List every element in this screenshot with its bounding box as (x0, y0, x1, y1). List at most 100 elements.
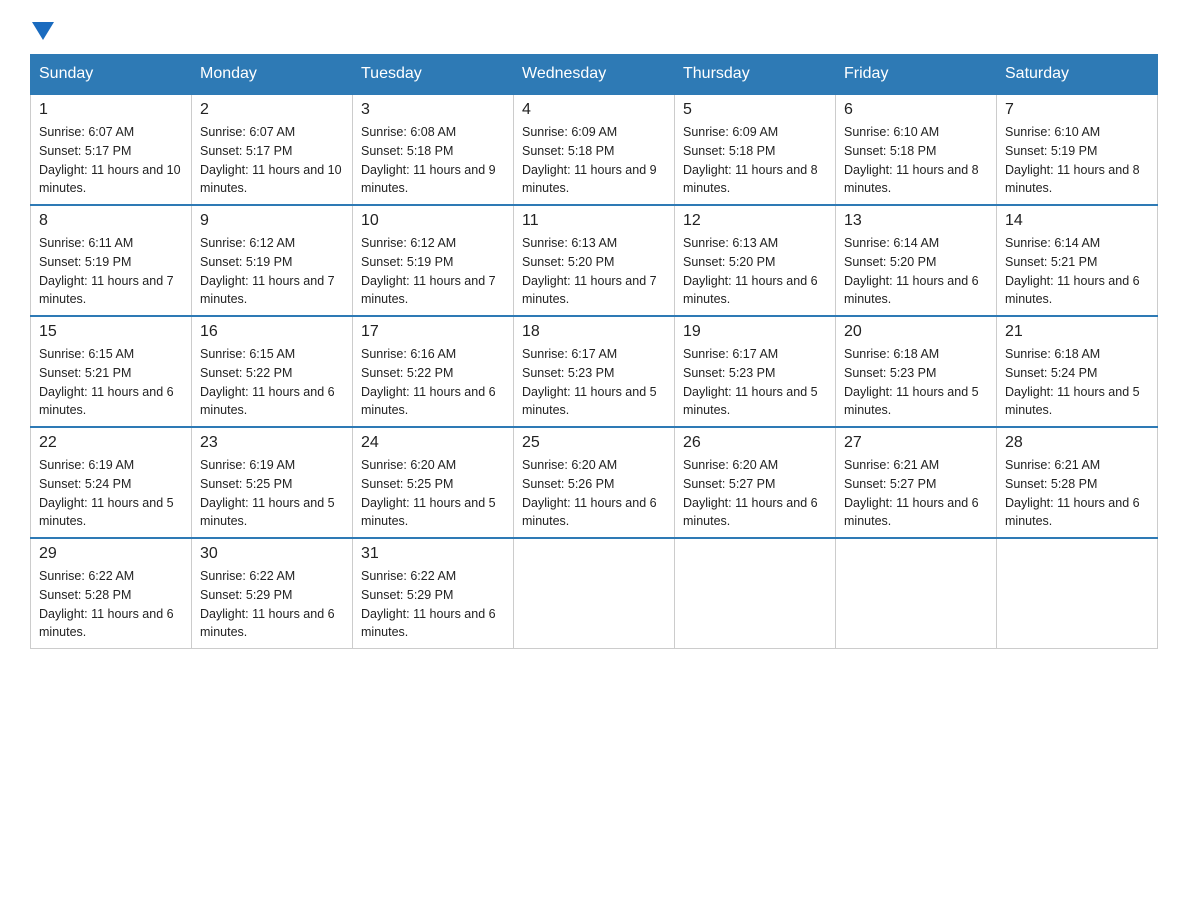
calendar-cell: 22Sunrise: 6:19 AMSunset: 5:24 PMDayligh… (31, 427, 192, 538)
calendar-week-row: 22Sunrise: 6:19 AMSunset: 5:24 PMDayligh… (31, 427, 1158, 538)
day-number: 14 (1005, 212, 1149, 230)
day-info: Sunrise: 6:21 AMSunset: 5:28 PMDaylight:… (1005, 456, 1149, 531)
calendar-cell (836, 538, 997, 649)
day-number: 29 (39, 545, 183, 563)
day-info: Sunrise: 6:10 AMSunset: 5:19 PMDaylight:… (1005, 123, 1149, 198)
day-info: Sunrise: 6:22 AMSunset: 5:29 PMDaylight:… (200, 567, 344, 642)
day-info: Sunrise: 6:10 AMSunset: 5:18 PMDaylight:… (844, 123, 988, 198)
day-info: Sunrise: 6:16 AMSunset: 5:22 PMDaylight:… (361, 345, 505, 420)
weekday-header-tuesday: Tuesday (353, 55, 514, 95)
calendar-cell: 10 Sunrise: 6:12 AMSunset: 5:19 PMDayligh… (353, 205, 514, 316)
calendar-cell: 18 Sunrise: 6:17 AMSunset: 5:23 PMDayligh… (514, 316, 675, 427)
day-number: 5 (683, 101, 827, 119)
day-number: 3 (361, 101, 505, 119)
day-number: 20 (844, 323, 988, 341)
day-info: Sunrise: 6:18 AMSunset: 5:24 PMDaylight:… (1005, 345, 1149, 420)
day-number: 21 (1005, 323, 1149, 341)
logo (30, 20, 54, 44)
calendar-cell: 3 Sunrise: 6:08 AMSunset: 5:18 PMDaylight… (353, 94, 514, 205)
calendar-cell: 31 Sunrise: 6:22 AMSunset: 5:29 PMDayligh… (353, 538, 514, 649)
calendar-cell: 8 Sunrise: 6:11 AMSunset: 5:19 PMDaylight… (31, 205, 192, 316)
weekday-header-friday: Friday (836, 55, 997, 95)
day-info: Sunrise: 6:11 AMSunset: 5:19 PMDaylight:… (39, 234, 183, 309)
day-info: Sunrise: 6:21 AMSunset: 5:27 PMDaylight:… (844, 456, 988, 531)
day-info: Sunrise: 6:07 AMSunset: 5:17 PMDaylight:… (200, 123, 344, 198)
day-number: 26 (683, 434, 827, 452)
day-info: Sunrise: 6:20 AMSunset: 5:25 PMDaylight:… (361, 456, 505, 531)
day-info: Sunrise: 6:15 AMSunset: 5:22 PMDaylight:… (200, 345, 344, 420)
calendar-cell: 12Sunrise: 6:13 AMSunset: 5:20 PMDayligh… (675, 205, 836, 316)
day-info: Sunrise: 6:09 AMSunset: 5:18 PMDaylight:… (522, 123, 666, 198)
day-info: Sunrise: 6:19 AMSunset: 5:25 PMDaylight:… (200, 456, 344, 531)
calendar-cell: 2Sunrise: 6:07 AMSunset: 5:17 PMDaylight… (192, 94, 353, 205)
calendar-cell: 27 Sunrise: 6:21 AMSunset: 5:27 PMDayligh… (836, 427, 997, 538)
calendar-cell: 6 Sunrise: 6:10 AMSunset: 5:18 PMDaylight… (836, 94, 997, 205)
day-info: Sunrise: 6:12 AMSunset: 5:19 PMDaylight:… (200, 234, 344, 309)
day-info: Sunrise: 6:17 AMSunset: 5:23 PMDaylight:… (522, 345, 666, 420)
calendar-cell (997, 538, 1158, 649)
day-number: 9 (200, 212, 344, 230)
calendar-cell: 30 Sunrise: 6:22 AMSunset: 5:29 PMDayligh… (192, 538, 353, 649)
day-number: 6 (844, 101, 988, 119)
calendar-cell: 11 Sunrise: 6:13 AMSunset: 5:20 PMDayligh… (514, 205, 675, 316)
day-info: Sunrise: 6:22 AMSunset: 5:29 PMDaylight:… (361, 567, 505, 642)
calendar-week-row: 1 Sunrise: 6:07 AMSunset: 5:17 PMDaylight… (31, 94, 1158, 205)
calendar-cell: 5 Sunrise: 6:09 AMSunset: 5:18 PMDaylight… (675, 94, 836, 205)
day-number: 1 (39, 101, 183, 119)
calendar-cell: 19Sunrise: 6:17 AMSunset: 5:23 PMDayligh… (675, 316, 836, 427)
calendar-cell (514, 538, 675, 649)
day-info: Sunrise: 6:08 AMSunset: 5:18 PMDaylight:… (361, 123, 505, 198)
calendar-cell: 16 Sunrise: 6:15 AMSunset: 5:22 PMDayligh… (192, 316, 353, 427)
day-number: 31 (361, 545, 505, 563)
calendar-week-row: 29 Sunrise: 6:22 AMSunset: 5:28 PMDayligh… (31, 538, 1158, 649)
day-number: 10 (361, 212, 505, 230)
day-number: 22 (39, 434, 183, 452)
calendar-cell: 29 Sunrise: 6:22 AMSunset: 5:28 PMDayligh… (31, 538, 192, 649)
day-number: 11 (522, 212, 666, 230)
calendar-cell: 7 Sunrise: 6:10 AMSunset: 5:19 PMDaylight… (997, 94, 1158, 205)
calendar-cell: 26 Sunrise: 6:20 AMSunset: 5:27 PMDayligh… (675, 427, 836, 538)
day-number: 13 (844, 212, 988, 230)
calendar-cell: 24 Sunrise: 6:20 AMSunset: 5:25 PMDayligh… (353, 427, 514, 538)
calendar-cell: 1Sunrise: 6:07 AMSunset: 5:17 PMDaylight… (31, 94, 192, 205)
day-info: Sunrise: 6:20 AMSunset: 5:27 PMDaylight:… (683, 456, 827, 531)
day-number: 25 (522, 434, 666, 452)
calendar-cell: 13 Sunrise: 6:14 AMSunset: 5:20 PMDayligh… (836, 205, 997, 316)
day-info: Sunrise: 6:12 AMSunset: 5:19 PMDaylight:… (361, 234, 505, 309)
day-number: 30 (200, 545, 344, 563)
calendar-cell: 4 Sunrise: 6:09 AMSunset: 5:18 PMDaylight… (514, 94, 675, 205)
weekday-header-sunday: Sunday (31, 55, 192, 95)
calendar-cell: 17 Sunrise: 6:16 AMSunset: 5:22 PMDayligh… (353, 316, 514, 427)
day-info: Sunrise: 6:13 AMSunset: 5:20 PMDaylight:… (522, 234, 666, 309)
calendar-cell: 21 Sunrise: 6:18 AMSunset: 5:24 PMDayligh… (997, 316, 1158, 427)
day-number: 8 (39, 212, 183, 230)
calendar-week-row: 15 Sunrise: 6:15 AMSunset: 5:21 PMDayligh… (31, 316, 1158, 427)
day-number: 7 (1005, 101, 1149, 119)
calendar-cell: 23Sunrise: 6:19 AMSunset: 5:25 PMDayligh… (192, 427, 353, 538)
day-number: 24 (361, 434, 505, 452)
day-number: 17 (361, 323, 505, 341)
calendar-cell: 20Sunrise: 6:18 AMSunset: 5:23 PMDayligh… (836, 316, 997, 427)
day-number: 15 (39, 323, 183, 341)
day-number: 4 (522, 101, 666, 119)
day-number: 18 (522, 323, 666, 341)
calendar-table: SundayMondayTuesdayWednesdayThursdayFrid… (30, 54, 1158, 649)
day-info: Sunrise: 6:17 AMSunset: 5:23 PMDaylight:… (683, 345, 827, 420)
day-number: 27 (844, 434, 988, 452)
day-info: Sunrise: 6:22 AMSunset: 5:28 PMDaylight:… (39, 567, 183, 642)
weekday-header-monday: Monday (192, 55, 353, 95)
calendar-cell: 9 Sunrise: 6:12 AMSunset: 5:19 PMDaylight… (192, 205, 353, 316)
calendar-cell: 25 Sunrise: 6:20 AMSunset: 5:26 PMDayligh… (514, 427, 675, 538)
page-header (30, 20, 1158, 44)
weekday-header-saturday: Saturday (997, 55, 1158, 95)
day-info: Sunrise: 6:09 AMSunset: 5:18 PMDaylight:… (683, 123, 827, 198)
day-info: Sunrise: 6:20 AMSunset: 5:26 PMDaylight:… (522, 456, 666, 531)
day-number: 28 (1005, 434, 1149, 452)
calendar-cell: 28 Sunrise: 6:21 AMSunset: 5:28 PMDayligh… (997, 427, 1158, 538)
calendar-cell (675, 538, 836, 649)
day-info: Sunrise: 6:14 AMSunset: 5:20 PMDaylight:… (844, 234, 988, 309)
calendar-cell: 15 Sunrise: 6:15 AMSunset: 5:21 PMDayligh… (31, 316, 192, 427)
day-info: Sunrise: 6:15 AMSunset: 5:21 PMDaylight:… (39, 345, 183, 420)
weekday-header-row: SundayMondayTuesdayWednesdayThursdayFrid… (31, 55, 1158, 95)
day-number: 16 (200, 323, 344, 341)
